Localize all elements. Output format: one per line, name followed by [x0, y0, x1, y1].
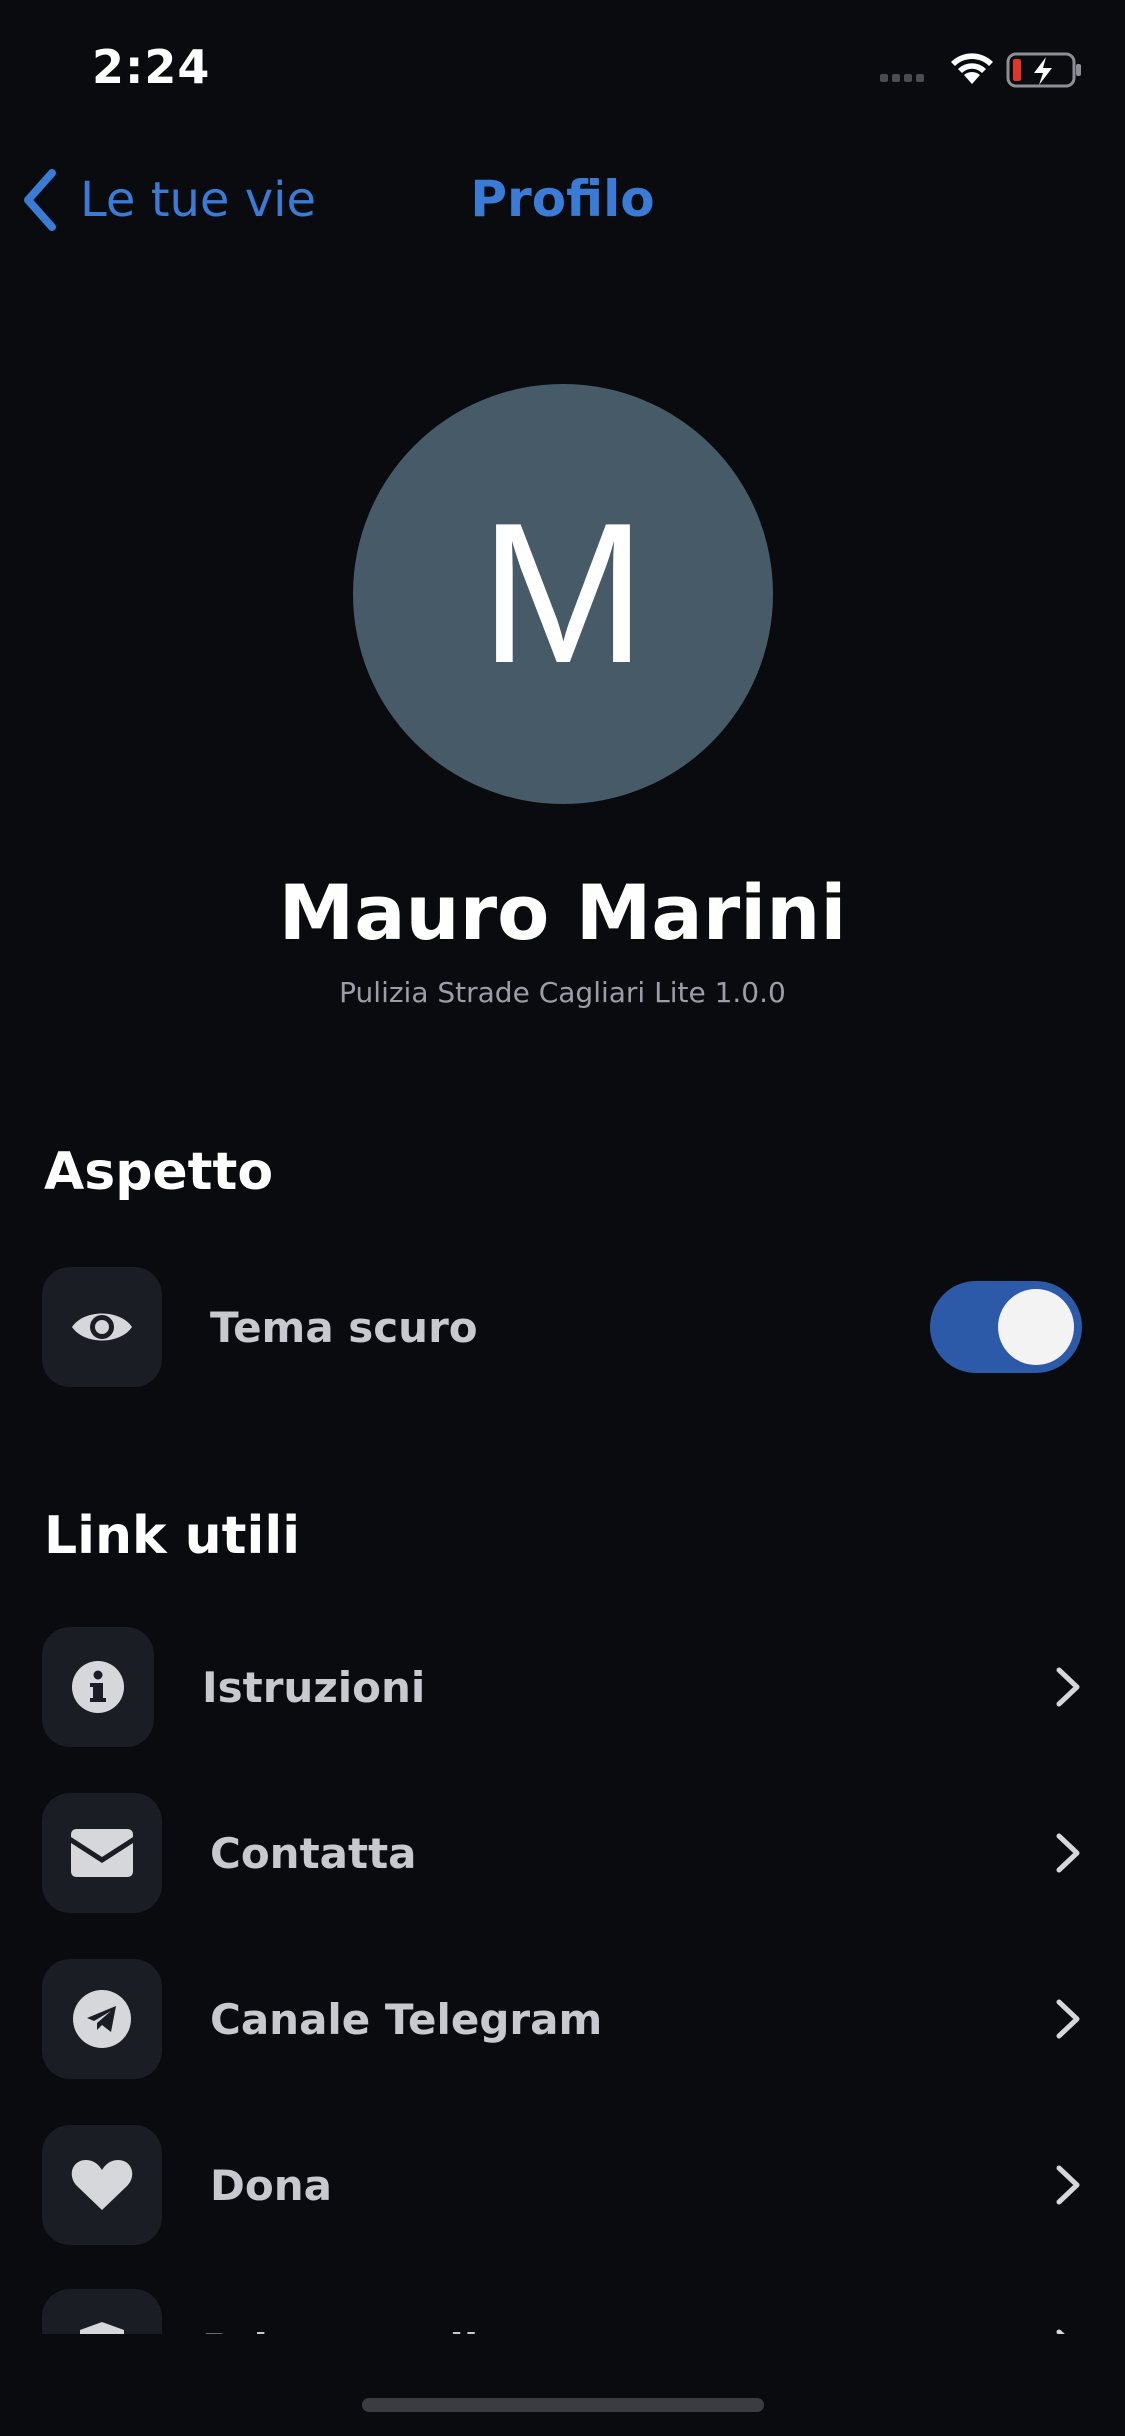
- telegram-icon: [73, 1990, 131, 2048]
- chevron-right-icon: [1056, 1667, 1080, 1707]
- wifi-icon: [951, 53, 993, 84]
- link-label: Contatta: [210, 1828, 417, 1878]
- battery-icon: [1006, 52, 1081, 88]
- page-title: Profilo: [470, 170, 655, 228]
- scroll-clip: [0, 2334, 1125, 2436]
- link-label: Canale Telegram: [210, 1994, 603, 2044]
- dark-theme-icon-box: [42, 1267, 162, 1387]
- link-label: Dona: [210, 2160, 332, 2210]
- dona-icon-box: [42, 2125, 162, 2245]
- chevron-right-icon: [1056, 2165, 1080, 2205]
- istruzioni-icon-box: [42, 1627, 154, 1747]
- link-label: Istruzioni: [202, 1662, 426, 1712]
- section-title-link-utili: Link utili: [44, 1506, 301, 1566]
- status-icons: [880, 52, 1081, 88]
- heart-icon: [71, 2160, 133, 2210]
- cellular-signal-icon: [880, 74, 924, 82]
- section-title-aspetto: Aspetto: [44, 1142, 274, 1202]
- eye-icon: [72, 1313, 132, 1341]
- link-item-contatta[interactable]: Contatta: [0, 1792, 1125, 1914]
- info-icon: [72, 1661, 124, 1713]
- link-item-telegram[interactable]: Canale Telegram: [0, 1958, 1125, 2080]
- dark-theme-label: Tema scuro: [210, 1302, 478, 1352]
- avatar: M: [353, 384, 773, 804]
- dark-theme-row: Tema scuro: [0, 1266, 1125, 1388]
- contatta-icon-box: [42, 1793, 162, 1913]
- toggle-knob: [998, 1289, 1074, 1365]
- telegram-icon-box: [42, 1959, 162, 2079]
- home-indicator[interactable]: [362, 2398, 764, 2412]
- link-item-dona[interactable]: Dona: [0, 2124, 1125, 2246]
- app-version: Pulizia Strade Cagliari Lite 1.0.0: [339, 976, 786, 1009]
- avatar-initial: M: [479, 482, 647, 705]
- chevron-right-icon: [1056, 1833, 1080, 1873]
- dark-theme-toggle[interactable]: [930, 1281, 1082, 1373]
- link-item-istruzioni[interactable]: Istruzioni: [0, 1626, 1125, 1748]
- chevron-right-icon: [1056, 1999, 1080, 2039]
- envelope-icon: [71, 1829, 133, 1877]
- user-name: Mauro Marini: [278, 868, 847, 957]
- status-time: 2:24: [92, 40, 211, 94]
